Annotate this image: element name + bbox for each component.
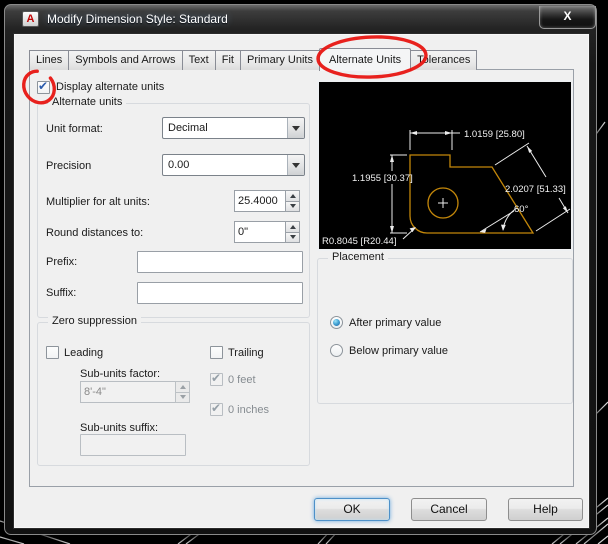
precision-dropdown[interactable]: 0.00 bbox=[162, 154, 305, 176]
unit-format-label: Unit format: bbox=[46, 123, 103, 135]
below-primary-value-radio[interactable] bbox=[330, 344, 343, 357]
round-distances-value[interactable]: 0" bbox=[234, 221, 285, 243]
spin-down-button[interactable] bbox=[285, 201, 300, 212]
tab-symbols-and-arrows[interactable]: Symbols and Arrows bbox=[68, 50, 183, 70]
dialog-client-area: Lines Symbols and Arrows Text Fit Primar… bbox=[13, 33, 590, 529]
arrow-up-icon bbox=[179, 384, 186, 389]
tab-tolerances[interactable]: Tolerances bbox=[410, 50, 478, 70]
arrow-up-icon bbox=[289, 224, 296, 229]
tab-primary-units[interactable]: Primary Units bbox=[239, 50, 320, 70]
leading-label: Leading bbox=[64, 347, 104, 359]
zero-suppression-group-title: Zero suppression bbox=[48, 315, 141, 327]
prefix-input[interactable] bbox=[137, 251, 303, 273]
placement-group-title: Placement bbox=[328, 251, 388, 263]
multiplier-label: Multiplier for alt units: bbox=[46, 196, 150, 208]
zero-inches-label: 0 inches bbox=[228, 404, 269, 416]
preview-drawing: 1.0159 [25.80] 1.1955 [30.37] 2.0207 [51… bbox=[319, 82, 571, 249]
spin-up-button[interactable] bbox=[285, 221, 300, 233]
subunits-suffix-label: Sub-units suffix: bbox=[80, 422, 159, 434]
tab-text[interactable]: Text bbox=[181, 50, 216, 70]
unit-format-dropdown[interactable]: Decimal bbox=[162, 117, 305, 139]
subunits-factor-label: Sub-units factor: bbox=[80, 368, 161, 380]
prefix-label: Prefix: bbox=[46, 256, 78, 268]
zero-inches-checkbox: ✔ bbox=[210, 401, 223, 416]
arrow-up-icon bbox=[289, 193, 296, 198]
suffix-input[interactable] bbox=[137, 282, 303, 304]
multiplier-spinner[interactable]: 25.4000 bbox=[234, 190, 300, 212]
zero-feet-checkbox: ✔ bbox=[210, 371, 223, 386]
precision-label: Precision bbox=[46, 160, 92, 172]
alternate-units-page: ✔ Display alternate units Alternate unit… bbox=[29, 69, 574, 487]
spin-down-button[interactable] bbox=[285, 232, 300, 243]
chevron-down-icon bbox=[292, 125, 300, 131]
after-primary-value-radio[interactable] bbox=[330, 316, 343, 329]
display-alternate-units-label: Display alternate units bbox=[56, 81, 165, 93]
dim-angle-text: 60° bbox=[514, 204, 529, 215]
multiplier-value[interactable]: 25.4000 bbox=[234, 190, 285, 212]
ok-button[interactable]: OK bbox=[314, 498, 390, 521]
title-bar[interactable]: A Modify Dimension Style: Standard X bbox=[5, 5, 596, 33]
chevron-down-icon bbox=[292, 162, 300, 168]
below-primary-value-label: Below primary value bbox=[349, 345, 449, 357]
dim-radius-text: R0.8045 [R20.44] bbox=[322, 236, 396, 247]
spin-up-button[interactable] bbox=[285, 190, 300, 202]
round-distances-spinner[interactable]: 0" bbox=[234, 221, 300, 243]
dropdown-arrow-button[interactable] bbox=[287, 155, 304, 175]
trailing-checkbox[interactable] bbox=[210, 346, 223, 359]
autocad-app-icon: A bbox=[22, 11, 39, 27]
subunits-factor-value: 8'-4" bbox=[80, 381, 175, 403]
unit-format-value: Decimal bbox=[168, 122, 208, 134]
after-primary-value-label: After primary value bbox=[349, 317, 442, 329]
spin-down-button bbox=[175, 392, 190, 403]
suffix-label: Suffix: bbox=[46, 287, 77, 299]
autocad-screen: A Modify Dimension Style: Standard X Lin… bbox=[0, 0, 608, 544]
dimension-style-preview: 1.0159 [25.80] 1.1955 [30.37] 2.0207 [51… bbox=[317, 80, 573, 251]
arrow-down-icon bbox=[289, 235, 296, 240]
alternate-units-group: Alternate units Unit format: Decimal Pre… bbox=[37, 96, 310, 318]
dropdown-arrow-button[interactable] bbox=[287, 118, 304, 138]
zero-feet-label: 0 feet bbox=[228, 374, 256, 386]
help-button[interactable]: Help bbox=[508, 498, 583, 521]
zero-suppression-group: Zero suppression Leading Trailing Sub-un… bbox=[37, 315, 310, 466]
placement-group: Placement After primary value Below prim… bbox=[317, 251, 573, 404]
precision-value: 0.00 bbox=[168, 159, 190, 171]
tab-fit[interactable]: Fit bbox=[214, 50, 241, 70]
check-icon: ✔ bbox=[38, 79, 49, 93]
dim-horizontal-text: 1.0159 [25.80] bbox=[464, 129, 525, 140]
subunits-suffix-input bbox=[80, 434, 186, 456]
dim-vertical-text: 1.1955 [30.37] bbox=[352, 173, 413, 184]
modify-dimension-style-dialog: A Modify Dimension Style: Standard X Lin… bbox=[4, 4, 597, 535]
check-icon: ✔ bbox=[211, 401, 222, 415]
window-title: Modify Dimension Style: Standard bbox=[47, 12, 228, 26]
cancel-button[interactable]: Cancel bbox=[411, 498, 487, 521]
display-alternate-units-checkbox[interactable]: ✔ bbox=[37, 79, 50, 94]
subunits-factor-spinner: 8'-4" bbox=[80, 381, 190, 403]
round-distances-label: Round distances to: bbox=[46, 227, 144, 239]
arrow-down-icon bbox=[179, 395, 186, 400]
tab-strip: Lines Symbols and Arrows Text Fit Primar… bbox=[29, 47, 478, 71]
alternate-units-group-title: Alternate units bbox=[48, 96, 127, 108]
leading-checkbox[interactable] bbox=[46, 346, 59, 359]
dim-aligned-text: 2.0207 [51.33] bbox=[505, 184, 566, 195]
spin-up-button bbox=[175, 381, 190, 393]
trailing-label: Trailing bbox=[228, 347, 264, 359]
arrow-down-icon bbox=[289, 204, 296, 209]
check-icon: ✔ bbox=[211, 371, 222, 385]
tab-alternate-units[interactable]: Alternate Units bbox=[319, 48, 412, 71]
tab-lines[interactable]: Lines bbox=[29, 50, 70, 70]
close-button[interactable]: X bbox=[539, 6, 596, 29]
